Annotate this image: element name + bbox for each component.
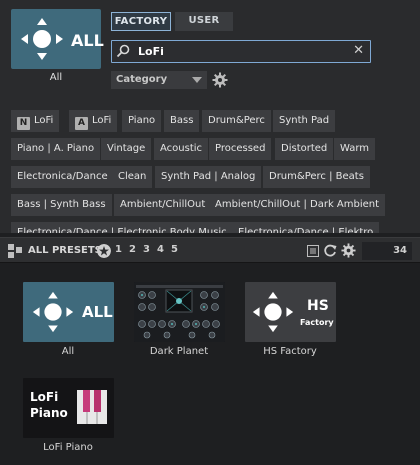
refresh-icon[interactable] — [324, 244, 337, 257]
tag-bass-synth-bass[interactable]: Bass | Synth Bass — [11, 194, 112, 216]
tile-factory-text: Factory — [300, 318, 334, 327]
results-toolbar: ALL PRESETS 1 2 3 4 5 34 — [0, 237, 420, 263]
tag-electronica-dance[interactable]: Electronica/Dance — [11, 166, 114, 188]
tag-drum-perc[interactable]: Drum&Perc — [202, 110, 271, 132]
tag-distorted[interactable]: Distorted — [275, 138, 334, 160]
tag-ambient-chillout[interactable]: Ambient/ChillOut — [114, 194, 212, 216]
search-field[interactable]: LoFi ✕ — [111, 40, 371, 63]
rating-star-icon[interactable] — [97, 244, 111, 258]
tag-acoustic[interactable]: Acoustic — [154, 138, 209, 160]
tag-lofi-acoustic[interactable]: A LoFi — [69, 110, 118, 132]
piano-keys-icon — [77, 390, 107, 424]
preset-label-dark-planet: Dark Planet — [149, 346, 209, 357]
dpad-icon — [252, 291, 294, 333]
tag-vintage[interactable]: Vintage — [101, 138, 152, 160]
tag-label: LoFi — [34, 115, 54, 126]
dpad-icon — [32, 291, 74, 333]
badge-a: A — [75, 117, 88, 130]
filter-panel: ALL All FACTORY USER LoFi ✕ Category N Lo… — [0, 0, 420, 233]
tag-synth-pad-analog[interactable]: Synth Pad | Analog — [155, 166, 262, 188]
preset-tile-dark-planet[interactable] — [134, 282, 225, 342]
rating-1[interactable]: 1 — [115, 244, 122, 255]
preset-label-all: All — [61, 346, 75, 357]
rating-4[interactable]: 4 — [157, 244, 164, 255]
preset-label-hs-factory: HS Factory — [263, 346, 317, 357]
tag-synth-pad[interactable]: Synth Pad — [273, 110, 336, 132]
preset-tile-hs-factory[interactable]: HS Factory — [245, 282, 336, 342]
view-grid-icon[interactable] — [8, 244, 22, 258]
rating-3[interactable]: 3 — [143, 244, 150, 255]
tag-lofi-new[interactable]: N LoFi — [11, 110, 60, 132]
tile-all-text: ALL — [71, 31, 104, 50]
gear-icon[interactable] — [212, 72, 228, 88]
tile-all-text: ALL — [82, 303, 113, 321]
preset-tile-all[interactable]: ALL — [23, 282, 114, 342]
tile-hs-text: HS — [307, 298, 329, 314]
search-icon — [116, 44, 130, 58]
preset-tile-lofi-piano[interactable]: LoFi Piano — [23, 378, 114, 438]
dpad-icon — [21, 18, 63, 60]
tag-processed[interactable]: Processed — [209, 138, 272, 160]
tile-lofi-text: LoFi — [30, 390, 59, 404]
search-input[interactable]: LoFi — [138, 45, 164, 58]
tag-piano-a-piano[interactable]: Piano | A. Piano — [11, 138, 101, 160]
synth-panel-image — [134, 282, 225, 342]
results-count: 34 — [362, 242, 412, 260]
rating-5[interactable]: 5 — [171, 244, 178, 255]
tab-factory[interactable]: FACTORY — [111, 12, 171, 31]
rating-2[interactable]: 2 — [129, 244, 136, 255]
tag-label: LoFi — [92, 115, 112, 126]
tag-ambient-dark[interactable]: Ambient/ChillOut | Dark Ambient — [209, 194, 386, 216]
tag-electronica-ebm[interactable]: Electronica/Dance | Electronic Body Musi… — [11, 222, 233, 233]
list-icon[interactable] — [307, 245, 319, 257]
tag-electronica-elektro[interactable]: Electronica/Dance | Elektro — [232, 222, 380, 233]
preset-grid: ALL All Dark Planet HS Factory HS Factor… — [0, 264, 420, 465]
gear-icon[interactable] — [341, 243, 356, 258]
library-tile-label: All — [49, 72, 63, 83]
library-tile-all[interactable]: ALL — [11, 9, 104, 69]
category-dropdown[interactable]: Category — [111, 71, 207, 89]
tag-piano[interactable]: Piano — [122, 110, 162, 132]
tag-warm[interactable]: Warm — [334, 138, 376, 160]
category-label: Category — [116, 74, 168, 85]
badge-n: N — [17, 117, 30, 130]
tag-clean[interactable]: Clean — [112, 166, 153, 188]
chevron-down-icon — [192, 77, 202, 83]
tag-drum-perc-beats[interactable]: Drum&Perc | Beats — [263, 166, 370, 188]
results-title: ALL PRESETS — [28, 245, 102, 256]
tag-bass[interactable]: Bass — [164, 110, 200, 132]
clear-search-icon[interactable]: ✕ — [353, 43, 364, 58]
preset-label-lofi-piano: LoFi Piano — [43, 442, 93, 453]
tab-user[interactable]: USER — [175, 12, 233, 31]
tile-piano-text: Piano — [30, 406, 68, 420]
